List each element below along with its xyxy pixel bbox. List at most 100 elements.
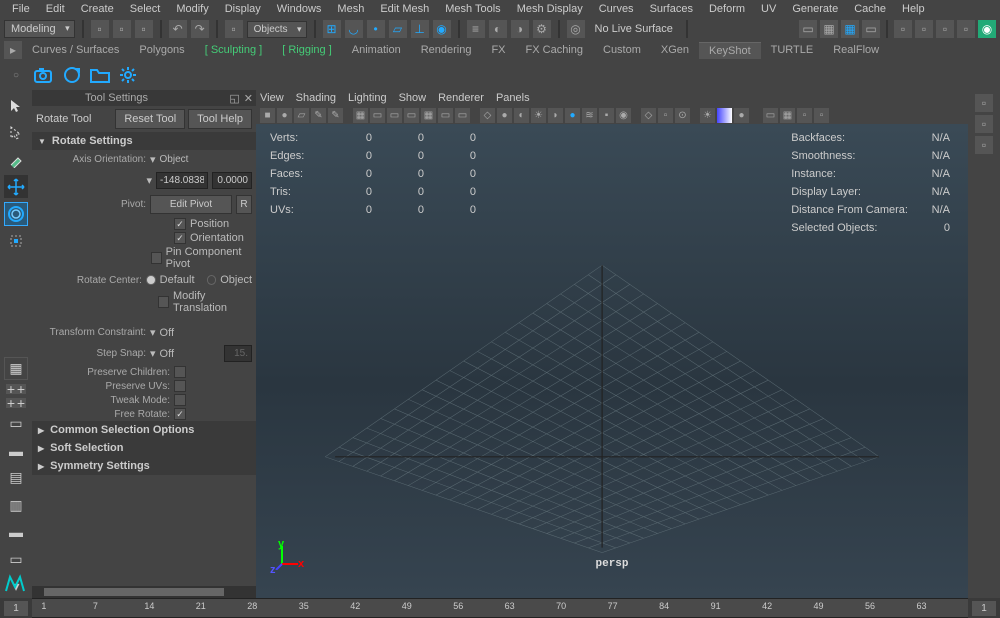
menu-file[interactable]: File [4,3,38,15]
vp-exposure-slider[interactable] [717,108,732,123]
menu-mesh-display[interactable]: Mesh Display [509,3,591,15]
horizontal-scrollbar[interactable] [32,586,256,598]
shelf-animation[interactable]: Animation [342,42,411,58]
layout8-icon[interactable]: ▬ [4,521,28,544]
time-ruler[interactable]: 1714212835424956637077849142495663 [32,598,968,618]
shelf-keyshot[interactable]: KeyShot [699,42,761,59]
vp-tear-off-icon[interactable]: ▫ [814,108,829,123]
shelf-custom[interactable]: Custom [593,42,651,58]
layout2b-icon[interactable]: + [16,384,26,394]
layout3a-icon[interactable]: + [6,398,16,408]
panel3-icon[interactable]: ▫ [936,20,954,38]
panel1-icon[interactable]: ▫ [894,20,912,38]
keyshot-camera-icon[interactable] [32,63,56,87]
menu-help[interactable]: Help [894,3,933,15]
panel2-icon[interactable]: ▫ [915,20,933,38]
new-scene-icon[interactable]: ▫ [91,20,109,38]
menu-mesh-tools[interactable]: Mesh Tools [437,3,508,15]
layout3b-icon[interactable]: + [16,398,26,408]
preserve-uvs-checkbox[interactable] [174,380,186,392]
tc-arrow-icon[interactable]: ▾ [150,326,156,339]
reset-pivot-button[interactable]: R [236,195,252,214]
layout1-icon[interactable]: ▦ [4,357,28,380]
vp-menu-lighting[interactable]: Lighting [348,92,387,104]
vp-isolate-icon[interactable]: ◇ [641,108,656,123]
render-icon[interactable]: ◐ [489,20,507,38]
layout9-icon[interactable]: ▭ [4,548,28,571]
select-mode-icon[interactable]: ▫ [225,20,243,38]
vp-panel-layout-icon[interactable]: ▦ [780,108,795,123]
menu-edit-mesh[interactable]: Edit Mesh [372,3,437,15]
shelf-xgen[interactable]: XGen [651,42,699,58]
menu-deform[interactable]: Deform [701,3,753,15]
redo-icon[interactable]: ↷ [191,20,209,38]
vp-bookmarks-icon[interactable]: ● [277,108,292,123]
attribute-editor-icon[interactable]: ▫ [975,115,993,133]
snap-plane-icon[interactable]: ▱ [389,20,407,38]
layout-outliner-icon[interactable]: ▭ [862,20,880,38]
tweak-mode-checkbox[interactable] [174,394,186,406]
vp-menu-view[interactable]: View [260,92,284,104]
vp-menu-panels[interactable]: Panels [496,92,530,104]
layout-single-icon[interactable]: ▭ [799,20,817,38]
vp-2d-icon[interactable]: ✎ [311,108,326,123]
snap-grid-icon[interactable]: ⊞ [323,20,341,38]
vp-aa-icon[interactable]: ▪ [599,108,614,123]
field-arrow-icon[interactable]: ▾ [150,153,156,166]
shelf-rigging[interactable]: [ Rigging ] [272,42,342,58]
vp-menu-shading[interactable]: Shading [296,92,336,104]
vp-view-transform-icon[interactable]: ▭ [763,108,778,123]
vp-textured-icon[interactable]: ◐ [514,108,529,123]
shelf-fxcaching[interactable]: FX Caching [516,42,593,58]
vp-lights-icon[interactable]: ☀ [531,108,546,123]
vp-resolution-gate-icon[interactable]: ▭ [387,108,402,123]
shelf-sculpting[interactable]: [ Sculpting ] [195,42,273,58]
menu-display[interactable]: Display [217,3,269,15]
rotate-tool-icon[interactable] [4,202,28,225]
step-snap-value[interactable]: Off [160,348,174,360]
common-selection-header[interactable]: ▶Common Selection Options [32,421,256,439]
selection-mask-dropdown[interactable]: Objects [247,21,307,38]
menu-select[interactable]: Select [122,3,169,15]
menu-edit[interactable]: Edit [38,3,73,15]
save-scene-icon[interactable]: ▫ [135,20,153,38]
lasso-tool-icon[interactable] [4,121,28,144]
rotate-center-object-radio[interactable] [207,275,217,285]
viewport-canvas[interactable]: Verts:000Edges:000Faces:000Tris:000UVs:0… [256,124,968,598]
symmetry-header[interactable]: ▶Symmetry Settings [32,457,256,475]
position-checkbox[interactable]: ✓ [174,218,186,230]
vp-wireframe-icon[interactable]: ◇ [480,108,495,123]
render-settings-icon[interactable]: ⚙ [533,20,551,38]
shelf-menu-icon[interactable]: ▸ [4,41,22,59]
ipr-icon[interactable]: ◑ [511,20,529,38]
vp-renderer-icon[interactable]: ▫ [797,108,812,123]
vp-safe-title-icon[interactable]: ▭ [455,108,470,123]
timeline[interactable]: 1 1714212835424956637077849142495663 1 [0,598,1000,618]
time-start-field[interactable]: 1 [4,601,28,616]
keyshot-folder-icon[interactable] [88,63,112,87]
open-scene-icon[interactable]: ▫ [113,20,131,38]
menu-generate[interactable]: Generate [784,3,846,15]
vp-grid-icon[interactable]: ▦ [353,108,368,123]
vp-menu-show[interactable]: Show [399,92,427,104]
make-live-icon[interactable]: ◎ [567,20,585,38]
modeling-toolkit-icon[interactable]: ▫ [975,94,993,112]
construction-history-icon[interactable]: ≡ [467,20,485,38]
layout5-icon[interactable]: ▬ [4,439,28,462]
menu-cache[interactable]: Cache [846,3,894,15]
edit-pivot-button[interactable]: Edit Pivot [150,195,232,214]
numeric-arrow-icon[interactable]: ▾ [146,174,152,187]
shelf-turtle[interactable]: TURTLE [761,42,824,58]
vp-xray-joints-icon[interactable]: ⊙ [675,108,690,123]
layout-four-icon[interactable]: ▦ [820,20,838,38]
vp-camera-icon[interactable]: ■ [260,108,275,123]
time-end-field[interactable]: 1 [972,601,996,616]
shelf-collapse-icon[interactable]: ○ [4,63,28,87]
menu-curves[interactable]: Curves [591,3,642,15]
menu-windows[interactable]: Windows [269,3,330,15]
pin-pivot-checkbox[interactable] [151,252,161,264]
workspace-dropdown[interactable]: Modeling [4,20,75,38]
snap-curve-icon[interactable]: ◡ [345,20,363,38]
tool-help-button[interactable]: Tool Help [188,109,252,129]
transform-constraint-value[interactable]: Off [160,327,174,339]
